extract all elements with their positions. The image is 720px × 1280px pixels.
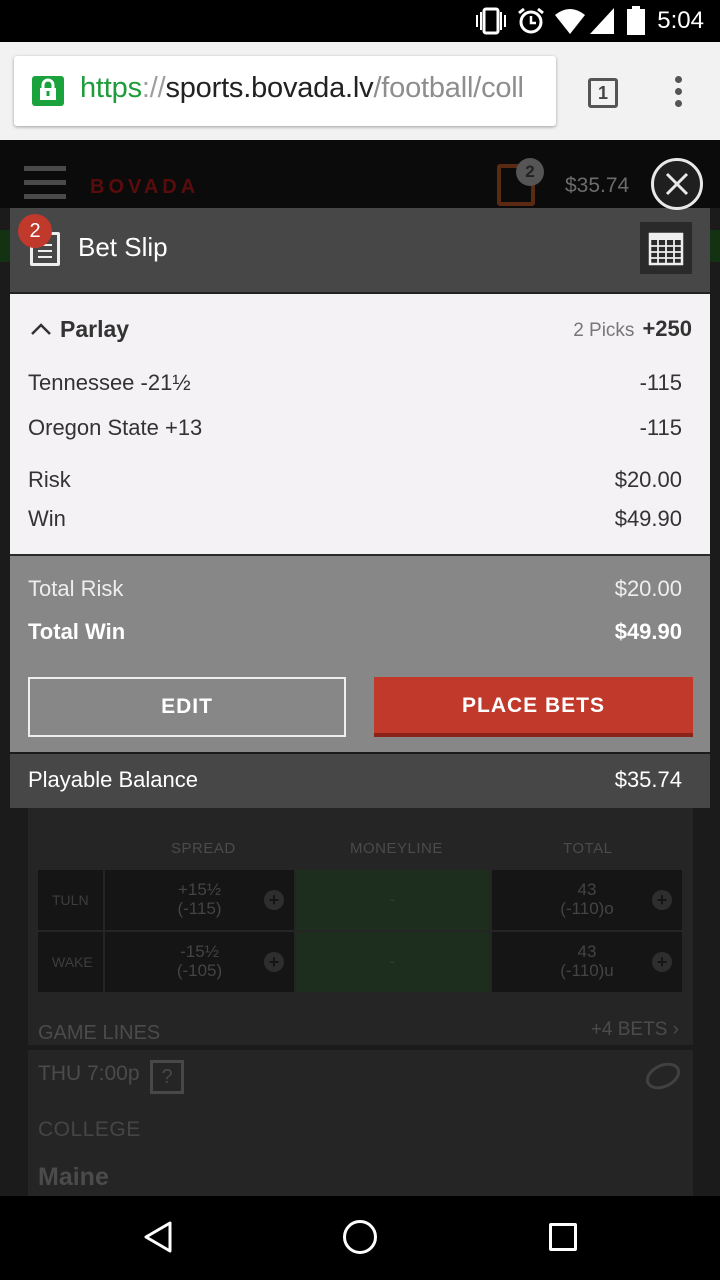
league-label: COLLEGE — [38, 1118, 141, 1141]
chevron-up-icon[interactable] — [30, 322, 52, 336]
football-icon — [641, 1057, 685, 1095]
site-header: BOVADA 2 $35.74 — [0, 140, 720, 208]
bet-slip-panel: 2 Bet Slip Parlay 2 Picks +250 Tennessee … — [10, 208, 710, 808]
total-header: TOTAL — [563, 840, 613, 857]
add-icon: + — [652, 890, 672, 910]
chevron-right-icon: › — [672, 1019, 679, 1040]
moneyline-cell[interactable]: - — [296, 870, 489, 930]
add-icon: + — [264, 890, 284, 910]
more-options-icon[interactable] — [674, 76, 684, 112]
playable-balance-label: Playable Balance — [28, 767, 199, 792]
leg-name: Tennessee -21½ — [28, 370, 191, 395]
spread-cell[interactable]: +15½ (-115) + — [105, 870, 294, 930]
game-card: SPREAD MONEYLINE TOTAL TULN +15½ (-115) +… — [28, 800, 693, 1045]
add-icon: + — [264, 952, 284, 972]
signal-icon — [590, 8, 614, 34]
calendar-icon — [648, 232, 684, 266]
totals-section: Total Risk $20.00 Total Win $49.90 EDIT … — [10, 554, 710, 752]
place-bets-button[interactable]: PLACE BETS — [374, 677, 693, 737]
bet-count-badge: 2 — [18, 214, 52, 248]
risk-amount[interactable]: $20.00 — [615, 467, 682, 493]
parlay-odds: +250 — [642, 316, 692, 341]
clock: 5:04 — [657, 7, 704, 34]
total-cell[interactable]: 43 (-110)o + — [492, 870, 682, 930]
leg-odds: -115 — [639, 370, 682, 395]
win-label: Win — [28, 506, 66, 531]
spread-cell[interactable]: -15½ (-105) + — [105, 932, 294, 992]
team-label: WAKE — [38, 932, 103, 992]
game-row: WAKE -15½ (-105) + - 43 (-110)u + — [38, 932, 682, 992]
url-bar[interactable]: https://sports.bovada.lv/football/coll — [14, 56, 556, 126]
parlay-section: Parlay 2 Picks +250 Tennessee -21½ -115 O… — [10, 292, 710, 554]
add-icon: + — [652, 952, 672, 972]
close-icon — [665, 172, 689, 196]
url-text: https://sports.bovada.lv/football/coll — [80, 72, 524, 104]
edit-button[interactable]: EDIT — [28, 677, 346, 737]
help-icon[interactable]: ? — [150, 1060, 184, 1094]
win-amount: $49.90 — [614, 506, 682, 531]
system-navigation-bar — [0, 1196, 720, 1280]
spread-header: SPREAD — [171, 840, 236, 857]
moneyline-cell[interactable]: - — [296, 932, 489, 992]
alarm-icon — [518, 7, 544, 34]
vibrate-icon — [476, 7, 506, 35]
home-icon[interactable] — [343, 1220, 377, 1254]
back-icon[interactable] — [142, 1220, 174, 1254]
bet-count-badge: 2 — [516, 158, 544, 186]
recents-icon[interactable] — [549, 1223, 577, 1251]
game-time: THU 7:00p — [38, 1062, 140, 1085]
total-cell[interactable]: 43 (-110)u + — [492, 932, 682, 992]
team-name: Maine — [38, 1163, 109, 1191]
status-bar: 5:04 — [0, 0, 720, 42]
tab-switcher-button[interactable]: 1 — [588, 78, 618, 108]
header-balance: $35.74 — [565, 174, 630, 197]
bet-slip-header: 2 Bet Slip — [10, 208, 710, 292]
battery-icon — [627, 6, 645, 35]
close-button[interactable] — [651, 158, 703, 210]
more-bets-link[interactable]: +4 BETS › — [591, 1019, 679, 1041]
playable-balance-row: Playable Balance $35.74 — [10, 754, 710, 808]
menu-icon[interactable] — [24, 166, 66, 208]
bet-slip-title: Bet Slip — [78, 232, 168, 262]
calendar-button[interactable] — [640, 222, 692, 274]
brand-logo: BOVADA — [90, 176, 200, 198]
risk-label: Risk — [28, 467, 71, 492]
game-card: THU 7:00p ? COLLEGE Maine — [28, 1050, 693, 1196]
total-win-label: Total Win — [28, 619, 126, 644]
browser-toolbar: https://sports.bovada.lv/football/coll 1 — [0, 42, 720, 140]
parlay-title[interactable]: Parlay — [60, 316, 129, 343]
wifi-icon — [555, 9, 585, 34]
game-row: TULN +15½ (-115) + - 43 (-110)o + — [38, 870, 682, 930]
total-risk-amount: $20.00 — [614, 576, 682, 601]
team-label: TULN — [38, 870, 103, 930]
playable-balance-amount: $35.74 — [614, 767, 682, 792]
leg-odds: -115 — [639, 415, 682, 440]
lock-icon — [32, 76, 64, 106]
game-lines-label: GAME LINES — [38, 1022, 161, 1044]
moneyline-header: MONEYLINE — [350, 840, 443, 857]
parlay-summary: 2 Picks +250 — [573, 316, 692, 341]
leg-name: Oregon State +13 — [28, 415, 203, 440]
total-risk-label: Total Risk — [28, 576, 124, 601]
total-win-amount: $49.90 — [614, 619, 682, 644]
